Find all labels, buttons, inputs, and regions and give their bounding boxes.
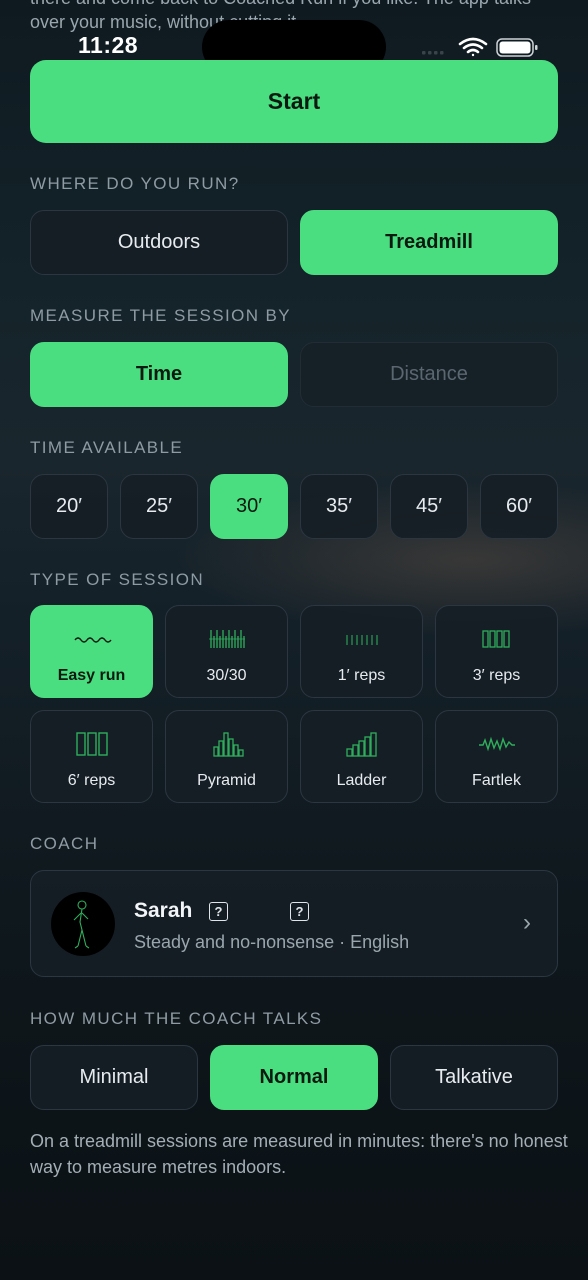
session-1-min-reps[interactable]: 1′ reps (300, 605, 423, 698)
question-icon: ? (290, 902, 309, 921)
session-3-min-reps[interactable]: 3′ reps (435, 605, 558, 698)
coach-selector[interactable]: Sarah ? ? Steady and no-nonsense · Engli… (30, 870, 558, 977)
pyramid-icon (166, 731, 287, 757)
time-option-45[interactable]: 45′ (390, 474, 468, 539)
session-label: Ladder (336, 772, 387, 789)
session-type-label: TYPE OF SESSION (30, 570, 205, 589)
status-time: 11:28 (78, 32, 139, 58)
session-label: Pyramid (197, 772, 256, 789)
session-label: Easy run (57, 667, 126, 684)
talk-normal-button[interactable]: Normal (210, 1045, 378, 1110)
session-ladder[interactable]: Ladder (300, 710, 423, 803)
coach-label: COACH (30, 834, 99, 853)
session-30-30[interactable]: 30/30 (165, 605, 288, 698)
session-label: 6′ reps (67, 772, 116, 789)
coach-avatar (51, 892, 115, 956)
wave-icon (31, 626, 152, 652)
session-label: 30/30 (206, 667, 247, 684)
question-icon: ? (209, 902, 228, 921)
status-icons (420, 36, 540, 58)
session-easy-run[interactable]: Easy run (30, 605, 153, 698)
where-run-label: WHERE DO YOU RUN? (30, 174, 240, 193)
dense-bars-icon (166, 626, 287, 652)
session-fartlek[interactable]: Fartlek (435, 710, 558, 803)
wifi-icon (458, 37, 488, 57)
session-label: 3′ reps (472, 667, 521, 684)
session-label: 1′ reps (337, 667, 386, 684)
short-bars-icon (301, 626, 422, 652)
measure-time-button[interactable]: Time (30, 342, 288, 407)
time-option-35[interactable]: 35′ (300, 474, 378, 539)
chevron-right-icon: › (523, 909, 531, 936)
talk-talkative-button[interactable]: Talkative (390, 1045, 558, 1110)
time-option-25[interactable]: 25′ (120, 474, 198, 539)
location-treadmill-button[interactable]: Treadmill (300, 210, 558, 275)
coach-name: Sarah (134, 899, 193, 922)
medium-bars-icon (436, 626, 557, 652)
time-option-60[interactable]: 60′ (480, 474, 558, 539)
signal-icon (422, 51, 444, 55)
coach-description: Steady and no-nonsense · English (134, 932, 410, 952)
time-option-30[interactable]: 30′ (210, 474, 288, 539)
zigzag-icon (436, 731, 557, 757)
battery-icon (496, 38, 538, 57)
session-label: Fartlek (472, 772, 521, 789)
measure-by-label: MEASURE THE SESSION BY (30, 306, 291, 325)
long-bars-icon (31, 731, 152, 757)
start-button[interactable]: Start (30, 60, 558, 143)
ladder-icon (301, 731, 422, 757)
time-option-20[interactable]: 20′ (30, 474, 108, 539)
location-outdoors-button[interactable]: Outdoors (30, 210, 288, 275)
session-6-min-reps[interactable]: 6′ reps (30, 710, 153, 803)
time-available-label: TIME AVAILABLE (30, 438, 184, 457)
session-pyramid[interactable]: Pyramid (165, 710, 288, 803)
measure-distance-button[interactable]: Distance (300, 342, 558, 407)
talk-level-label: HOW MUCH THE COACH TALKS (30, 1009, 323, 1028)
talk-minimal-button[interactable]: Minimal (30, 1045, 198, 1110)
treadmill-note: On a treadmill sessions are measured in … (30, 1131, 568, 1177)
